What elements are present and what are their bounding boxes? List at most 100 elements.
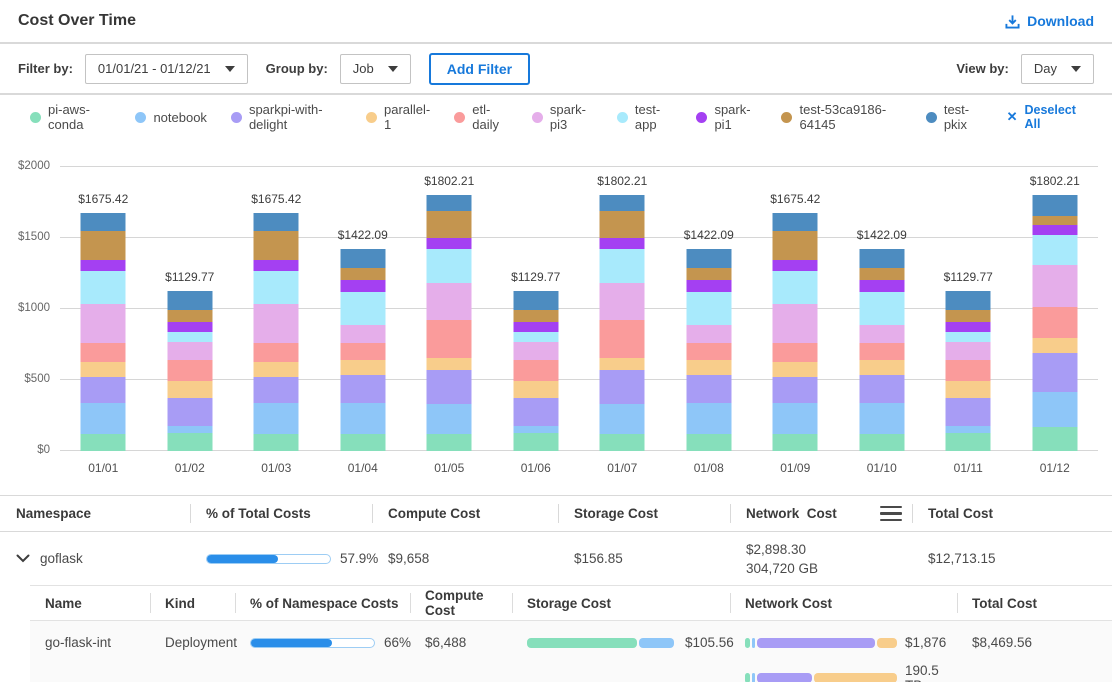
- bar-segment-test-pkix[interactable]: [167, 291, 212, 310]
- namespace-cell[interactable]: goflask: [0, 551, 190, 566]
- bar-segment-test-pkix[interactable]: [340, 249, 385, 268]
- bar-segment-spark-pi3[interactable]: [427, 283, 472, 320]
- bar-segment-etl-daily[interactable]: [600, 320, 645, 358]
- bar-segment-test-app[interactable]: [1032, 235, 1077, 265]
- bar-segment-notebook[interactable]: [773, 403, 818, 434]
- table-row-go-flask-int[interactable]: go-flask-int Deployment 66% $6,488 $105.…: [30, 621, 1112, 682]
- bar-segment-notebook[interactable]: [81, 403, 126, 434]
- bar-segment-etl-daily[interactable]: [81, 343, 126, 362]
- bar-segment-test-53ca9186-64145[interactable]: [946, 310, 991, 322]
- bar-segment-notebook[interactable]: [686, 403, 731, 433]
- deselect-all-button[interactable]: ✕ Deselect All: [1007, 103, 1082, 131]
- bar-segment-pi-aws-conda[interactable]: [513, 433, 558, 451]
- bar-segment-notebook[interactable]: [254, 403, 299, 434]
- bar-segment-parallel-1[interactable]: [427, 358, 472, 370]
- bar-segment-parallel-1[interactable]: [600, 358, 645, 370]
- bar-segment-sparkpi-with-delight[interactable]: [686, 375, 731, 403]
- bar-segment-test-53ca9186-64145[interactable]: [859, 268, 904, 280]
- bar-segment-notebook[interactable]: [1032, 392, 1077, 427]
- bar-segment-spark-pi1[interactable]: [773, 260, 818, 270]
- bar-segment-parallel-1[interactable]: [859, 360, 904, 375]
- stacked-bar-01/07[interactable]: [600, 195, 645, 451]
- bar-segment-spark-pi3[interactable]: [946, 342, 991, 360]
- bar-segment-spark-pi3[interactable]: [81, 304, 126, 342]
- bar-segment-test-53ca9186-64145[interactable]: [773, 231, 818, 261]
- bar-segment-test-pkix[interactable]: [859, 249, 904, 268]
- bar-segment-pi-aws-conda[interactable]: [773, 434, 818, 451]
- bar-segment-test-app[interactable]: [773, 271, 818, 305]
- column-menu-icon[interactable]: [880, 506, 902, 522]
- legend-item-sparkpi-with-delight[interactable]: sparkpi-with-delight: [231, 102, 342, 132]
- legend-item-notebook[interactable]: notebook: [135, 110, 207, 125]
- bar-segment-pi-aws-conda[interactable]: [686, 434, 731, 451]
- bar-segment-test-53ca9186-64145[interactable]: [1032, 216, 1077, 226]
- bar-segment-spark-pi1[interactable]: [859, 280, 904, 292]
- bar-segment-test-app[interactable]: [946, 332, 991, 342]
- bar-segment-test-app[interactable]: [859, 292, 904, 326]
- bar-segment-sparkpi-with-delight[interactable]: [1032, 353, 1077, 391]
- bar-segment-test-app[interactable]: [340, 292, 385, 326]
- bar-segment-parallel-1[interactable]: [946, 381, 991, 398]
- bar-segment-etl-daily[interactable]: [773, 343, 818, 362]
- chevron-down-icon[interactable]: [16, 554, 30, 563]
- bar-segment-test-pkix[interactable]: [254, 213, 299, 231]
- bar-segment-etl-daily[interactable]: [859, 343, 904, 360]
- legend-item-test-53ca9186-64145[interactable]: test-53ca9186-64145: [781, 102, 901, 132]
- bar-segment-pi-aws-conda[interactable]: [946, 433, 991, 451]
- bar-segment-pi-aws-conda[interactable]: [81, 434, 126, 451]
- bar-segment-test-app[interactable]: [427, 249, 472, 283]
- view-by-select[interactable]: Day: [1021, 54, 1094, 84]
- stacked-bar-01/11[interactable]: [946, 291, 991, 451]
- legend-item-test-app[interactable]: test-app: [617, 102, 673, 132]
- bar-segment-etl-daily[interactable]: [427, 320, 472, 358]
- bar-segment-parallel-1[interactable]: [167, 381, 212, 398]
- bar-segment-test-53ca9186-64145[interactable]: [340, 268, 385, 280]
- stacked-bar-01/04[interactable]: [340, 249, 385, 451]
- bar-segment-test-app[interactable]: [81, 271, 126, 305]
- bar-segment-etl-daily[interactable]: [167, 360, 212, 381]
- bar-segment-sparkpi-with-delight[interactable]: [81, 377, 126, 403]
- bar-segment-spark-pi1[interactable]: [167, 322, 212, 332]
- bar-segment-parallel-1[interactable]: [81, 362, 126, 378]
- bar-segment-spark-pi3[interactable]: [1032, 265, 1077, 307]
- stacked-bar-01/01[interactable]: [81, 213, 126, 451]
- bar-segment-test-pkix[interactable]: [600, 195, 645, 210]
- bar-segment-pi-aws-conda[interactable]: [167, 433, 212, 451]
- bar-segment-test-app[interactable]: [513, 332, 558, 342]
- legend-item-spark-pi1[interactable]: spark-pi1: [696, 102, 757, 132]
- bar-segment-test-53ca9186-64145[interactable]: [600, 211, 645, 238]
- bar-segment-spark-pi1[interactable]: [81, 260, 126, 270]
- bar-segment-spark-pi1[interactable]: [427, 238, 472, 249]
- bar-segment-test-pkix[interactable]: [1032, 195, 1077, 215]
- stacked-bar-01/05[interactable]: [427, 195, 472, 451]
- add-filter-button[interactable]: Add Filter: [429, 53, 530, 85]
- bar-segment-spark-pi3[interactable]: [340, 325, 385, 342]
- bar-segment-sparkpi-with-delight[interactable]: [513, 398, 558, 426]
- bar-segment-pi-aws-conda[interactable]: [600, 434, 645, 451]
- bar-segment-spark-pi3[interactable]: [859, 325, 904, 342]
- bar-segment-sparkpi-with-delight[interactable]: [427, 370, 472, 405]
- legend-item-test-pkix[interactable]: test-pkix: [926, 102, 983, 132]
- table-row-goflask[interactable]: goflask 57.9% $9,658 $156.85 $2,898.30 3…: [0, 532, 1112, 585]
- bar-segment-pi-aws-conda[interactable]: [340, 434, 385, 451]
- bar-segment-parallel-1[interactable]: [1032, 338, 1077, 353]
- bar-segment-notebook[interactable]: [340, 403, 385, 433]
- stacked-bar-01/12[interactable]: [1032, 195, 1077, 451]
- legend-item-etl-daily[interactable]: etl-daily: [454, 102, 508, 132]
- bar-segment-test-pkix[interactable]: [946, 291, 991, 310]
- bar-segment-pi-aws-conda[interactable]: [427, 434, 472, 451]
- bar-segment-etl-daily[interactable]: [254, 343, 299, 362]
- bar-segment-test-app[interactable]: [686, 292, 731, 326]
- stacked-bar-01/09[interactable]: [773, 213, 818, 451]
- bar-segment-spark-pi3[interactable]: [167, 342, 212, 360]
- bar-segment-sparkpi-with-delight[interactable]: [167, 398, 212, 426]
- stacked-bar-01/03[interactable]: [254, 213, 299, 451]
- bar-segment-spark-pi1[interactable]: [1032, 225, 1077, 235]
- bar-segment-sparkpi-with-delight[interactable]: [340, 375, 385, 403]
- bar-segment-test-53ca9186-64145[interactable]: [686, 268, 731, 280]
- bar-segment-test-53ca9186-64145[interactable]: [81, 231, 126, 261]
- bar-segment-test-pkix[interactable]: [81, 213, 126, 231]
- group-by-select[interactable]: Job: [340, 54, 411, 84]
- stacked-bar-01/10[interactable]: [859, 249, 904, 451]
- bar-segment-sparkpi-with-delight[interactable]: [773, 377, 818, 403]
